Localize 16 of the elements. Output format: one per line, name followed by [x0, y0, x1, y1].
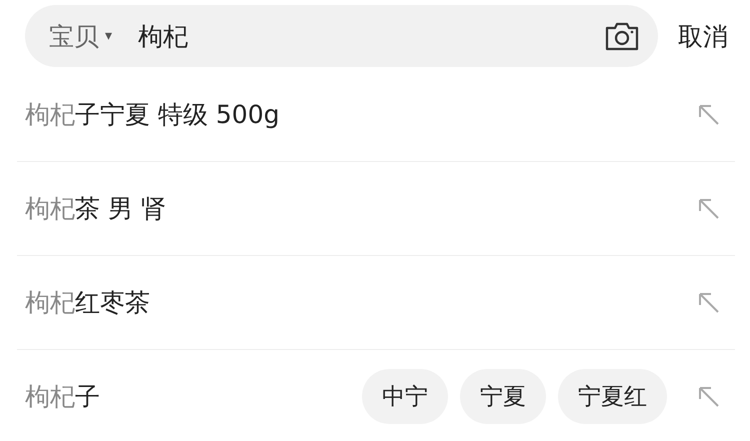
suggestion-tag[interactable]: 宁夏红 [558, 369, 667, 424]
suggestion-item[interactable]: 枸杞子宁夏 特级 500g [25, 98, 280, 131]
fill-query-arrow-icon[interactable] [697, 384, 721, 408]
fill-query-arrow-icon[interactable] [697, 196, 721, 220]
search-field[interactable]: 宝贝 ▾ 枸杞 [25, 5, 658, 67]
scope-dropdown[interactable]: 宝贝 ▾ [49, 20, 112, 52]
suggestion-item[interactable]: 枸杞茶 男 肾 [25, 192, 166, 225]
search-query: 枸杞 [138, 20, 190, 52]
suggestion-item[interactable]: 枸杞红枣茶 [25, 286, 150, 319]
suggestion-item[interactable]: 枸杞子 [25, 380, 100, 413]
suggestion-tag[interactable]: 宁夏 [460, 369, 546, 424]
suggestion-tag[interactable]: 中宁 [362, 369, 448, 424]
fill-query-arrow-icon[interactable] [697, 102, 721, 126]
cancel-button[interactable]: 取消 [678, 20, 728, 52]
fill-query-arrow-icon[interactable] [697, 290, 721, 314]
camera-icon[interactable] [604, 20, 640, 52]
